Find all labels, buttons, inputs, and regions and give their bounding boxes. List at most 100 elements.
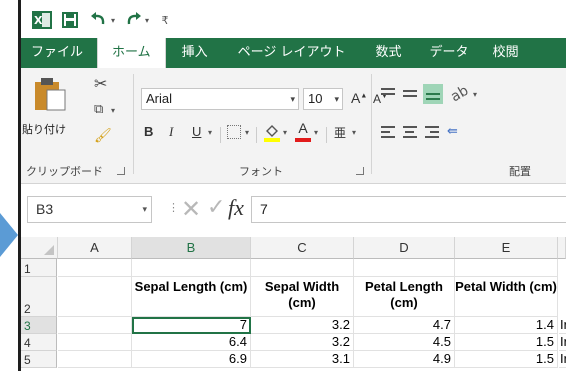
formula-bar: B3 ▾ ⋮ ✕ ✓ fx 7: [21, 185, 566, 237]
table-cell[interactable]: 4.7: [354, 317, 455, 334]
cell[interactable]: [132, 259, 251, 277]
cell[interactable]: [251, 259, 354, 277]
formula-input[interactable]: 7: [251, 196, 566, 223]
underline-dropdown-icon[interactable]: ▾: [208, 128, 212, 137]
paste-button[interactable]: [29, 76, 73, 126]
cell[interactable]: [354, 259, 455, 277]
arrow-right-icon: [0, 213, 18, 257]
cancel-icon[interactable]: ✕: [181, 195, 201, 223]
phonetic-dropdown-icon[interactable]: ▾: [352, 128, 356, 137]
table-cell[interactable]: 3.2: [251, 334, 354, 351]
align-right-icon[interactable]: [425, 126, 439, 138]
copy-dropdown-icon[interactable]: ▾: [111, 106, 115, 115]
font-color-button[interactable]: A: [295, 120, 311, 142]
font-name-select[interactable]: Arial ▾: [141, 88, 299, 110]
table-cell[interactable]: 3.2: [251, 317, 354, 334]
excel-logo-icon[interactable]: X: [32, 10, 52, 30]
table-header-cell[interactable]: Petal Width (cm): [455, 277, 558, 317]
excel-window: X ▾ ▾ ₹ ファイル ホーム 挿入 ページ レイアウト 数式 データ 校閲 …: [18, 0, 566, 371]
redo-dropdown-icon[interactable]: ▾: [143, 10, 151, 30]
undo-icon[interactable]: [89, 10, 109, 30]
column-header-d[interactable]: D: [354, 237, 455, 259]
tab-formulas[interactable]: 数式: [360, 38, 418, 68]
undo-dropdown-icon[interactable]: ▾: [109, 10, 117, 30]
font-size-select[interactable]: 10 ▾: [303, 88, 343, 110]
fill-color-dropdown-icon[interactable]: ▾: [283, 128, 287, 137]
column-header-b[interactable]: B: [132, 237, 251, 259]
align-center-icon[interactable]: [403, 126, 417, 138]
format-painter-icon[interactable]: 🖌: [94, 128, 112, 144]
ribbon-tabs: ファイル ホーム 挿入 ページ レイアウト 数式 データ 校閲: [21, 38, 566, 69]
clipboard-group-label: クリップボード: [26, 165, 103, 178]
increase-font-size-button[interactable]: A▲: [351, 90, 367, 106]
column-header-e[interactable]: E: [455, 237, 558, 259]
cell[interactable]: [58, 334, 132, 351]
customize-quick-access-icon[interactable]: ₹: [159, 10, 171, 30]
table-header-cell[interactable]: Sepal Width (cm): [251, 277, 354, 317]
borders-icon[interactable]: [227, 125, 241, 139]
paste-icon: [35, 78, 66, 111]
selected-cell[interactable]: 7: [132, 317, 251, 334]
font-size-value: 10: [308, 91, 323, 106]
column-header-c[interactable]: C: [251, 237, 354, 259]
table-header-cell[interactable]: Sepal Length (cm): [132, 277, 251, 317]
table-cell[interactable]: Ir: [559, 351, 566, 368]
table-cell[interactable]: 4.9: [354, 351, 455, 368]
orientation-icon[interactable]: ab: [448, 83, 471, 106]
table-header-cell[interactable]: Petal Length (cm): [354, 277, 455, 317]
enter-icon[interactable]: ✓: [207, 195, 225, 220]
align-bottom-icon[interactable]: [423, 84, 443, 104]
save-icon[interactable]: [61, 10, 79, 30]
table-cell[interactable]: 1.5: [455, 334, 558, 351]
table-cell[interactable]: 1.4: [455, 317, 558, 334]
cut-icon[interactable]: ✂: [94, 74, 107, 93]
tab-data[interactable]: データ: [418, 38, 481, 68]
align-middle-icon[interactable]: [403, 88, 417, 100]
borders-dropdown-icon[interactable]: ▾: [245, 128, 249, 137]
row-header-4[interactable]: 4: [21, 334, 57, 351]
cell[interactable]: [455, 259, 558, 277]
redo-icon[interactable]: [123, 10, 143, 30]
row-header-2[interactable]: 2: [21, 277, 57, 317]
formula-value: 7: [260, 201, 268, 217]
align-top-icon[interactable]: [381, 88, 395, 100]
worksheet-grid: A B C D E 1 2 3 4 5 Sepal Length (cm) Se…: [21, 237, 566, 371]
table-cell[interactable]: Ir: [559, 334, 566, 351]
table-cell[interactable]: Ir: [559, 317, 566, 334]
align-left-icon[interactable]: [381, 126, 395, 138]
cell[interactable]: [58, 317, 132, 334]
tab-insert[interactable]: 挿入: [166, 38, 224, 68]
row-header-3[interactable]: 3: [21, 317, 57, 334]
row-header-5[interactable]: 5: [21, 351, 57, 368]
table-cell[interactable]: 6.4: [132, 334, 251, 351]
tab-review[interactable]: 校閲: [481, 38, 531, 68]
bold-button[interactable]: B: [144, 124, 153, 139]
decrease-indent-icon[interactable]: ⇚: [447, 124, 458, 139]
column-header-a[interactable]: A: [58, 237, 132, 259]
tab-home[interactable]: ホーム: [97, 38, 166, 69]
cell[interactable]: [58, 259, 132, 277]
table-cell[interactable]: 1.5: [455, 351, 558, 368]
tab-file[interactable]: ファイル: [21, 38, 97, 68]
insert-function-button[interactable]: fx: [228, 195, 244, 221]
table-cell[interactable]: 3.1: [251, 351, 354, 368]
table-cell[interactable]: 4.5: [354, 334, 455, 351]
fill-color-icon[interactable]: [264, 123, 280, 143]
cell[interactable]: [58, 351, 132, 368]
underline-button[interactable]: U: [192, 124, 201, 139]
font-color-dropdown-icon[interactable]: ▾: [314, 128, 318, 137]
name-box[interactable]: B3 ▾: [27, 196, 152, 223]
select-all-button[interactable]: [21, 237, 58, 259]
svg-text:X: X: [34, 14, 43, 27]
cell[interactable]: [58, 277, 132, 317]
table-cell[interactable]: 6.9: [132, 351, 251, 368]
font-launcher-icon[interactable]: [356, 167, 364, 175]
copy-icon[interactable]: ⧉: [94, 102, 103, 117]
font-name-value: Arial: [146, 91, 173, 106]
tab-page-layout[interactable]: ページ レイアウト: [224, 38, 360, 68]
row-header-1[interactable]: 1: [21, 259, 57, 277]
phonetic-guide-button[interactable]: 亜: [334, 124, 346, 141]
orientation-dropdown-icon[interactable]: ▾: [473, 90, 477, 99]
italic-button[interactable]: I: [169, 124, 173, 140]
clipboard-launcher-icon[interactable]: [117, 167, 125, 175]
